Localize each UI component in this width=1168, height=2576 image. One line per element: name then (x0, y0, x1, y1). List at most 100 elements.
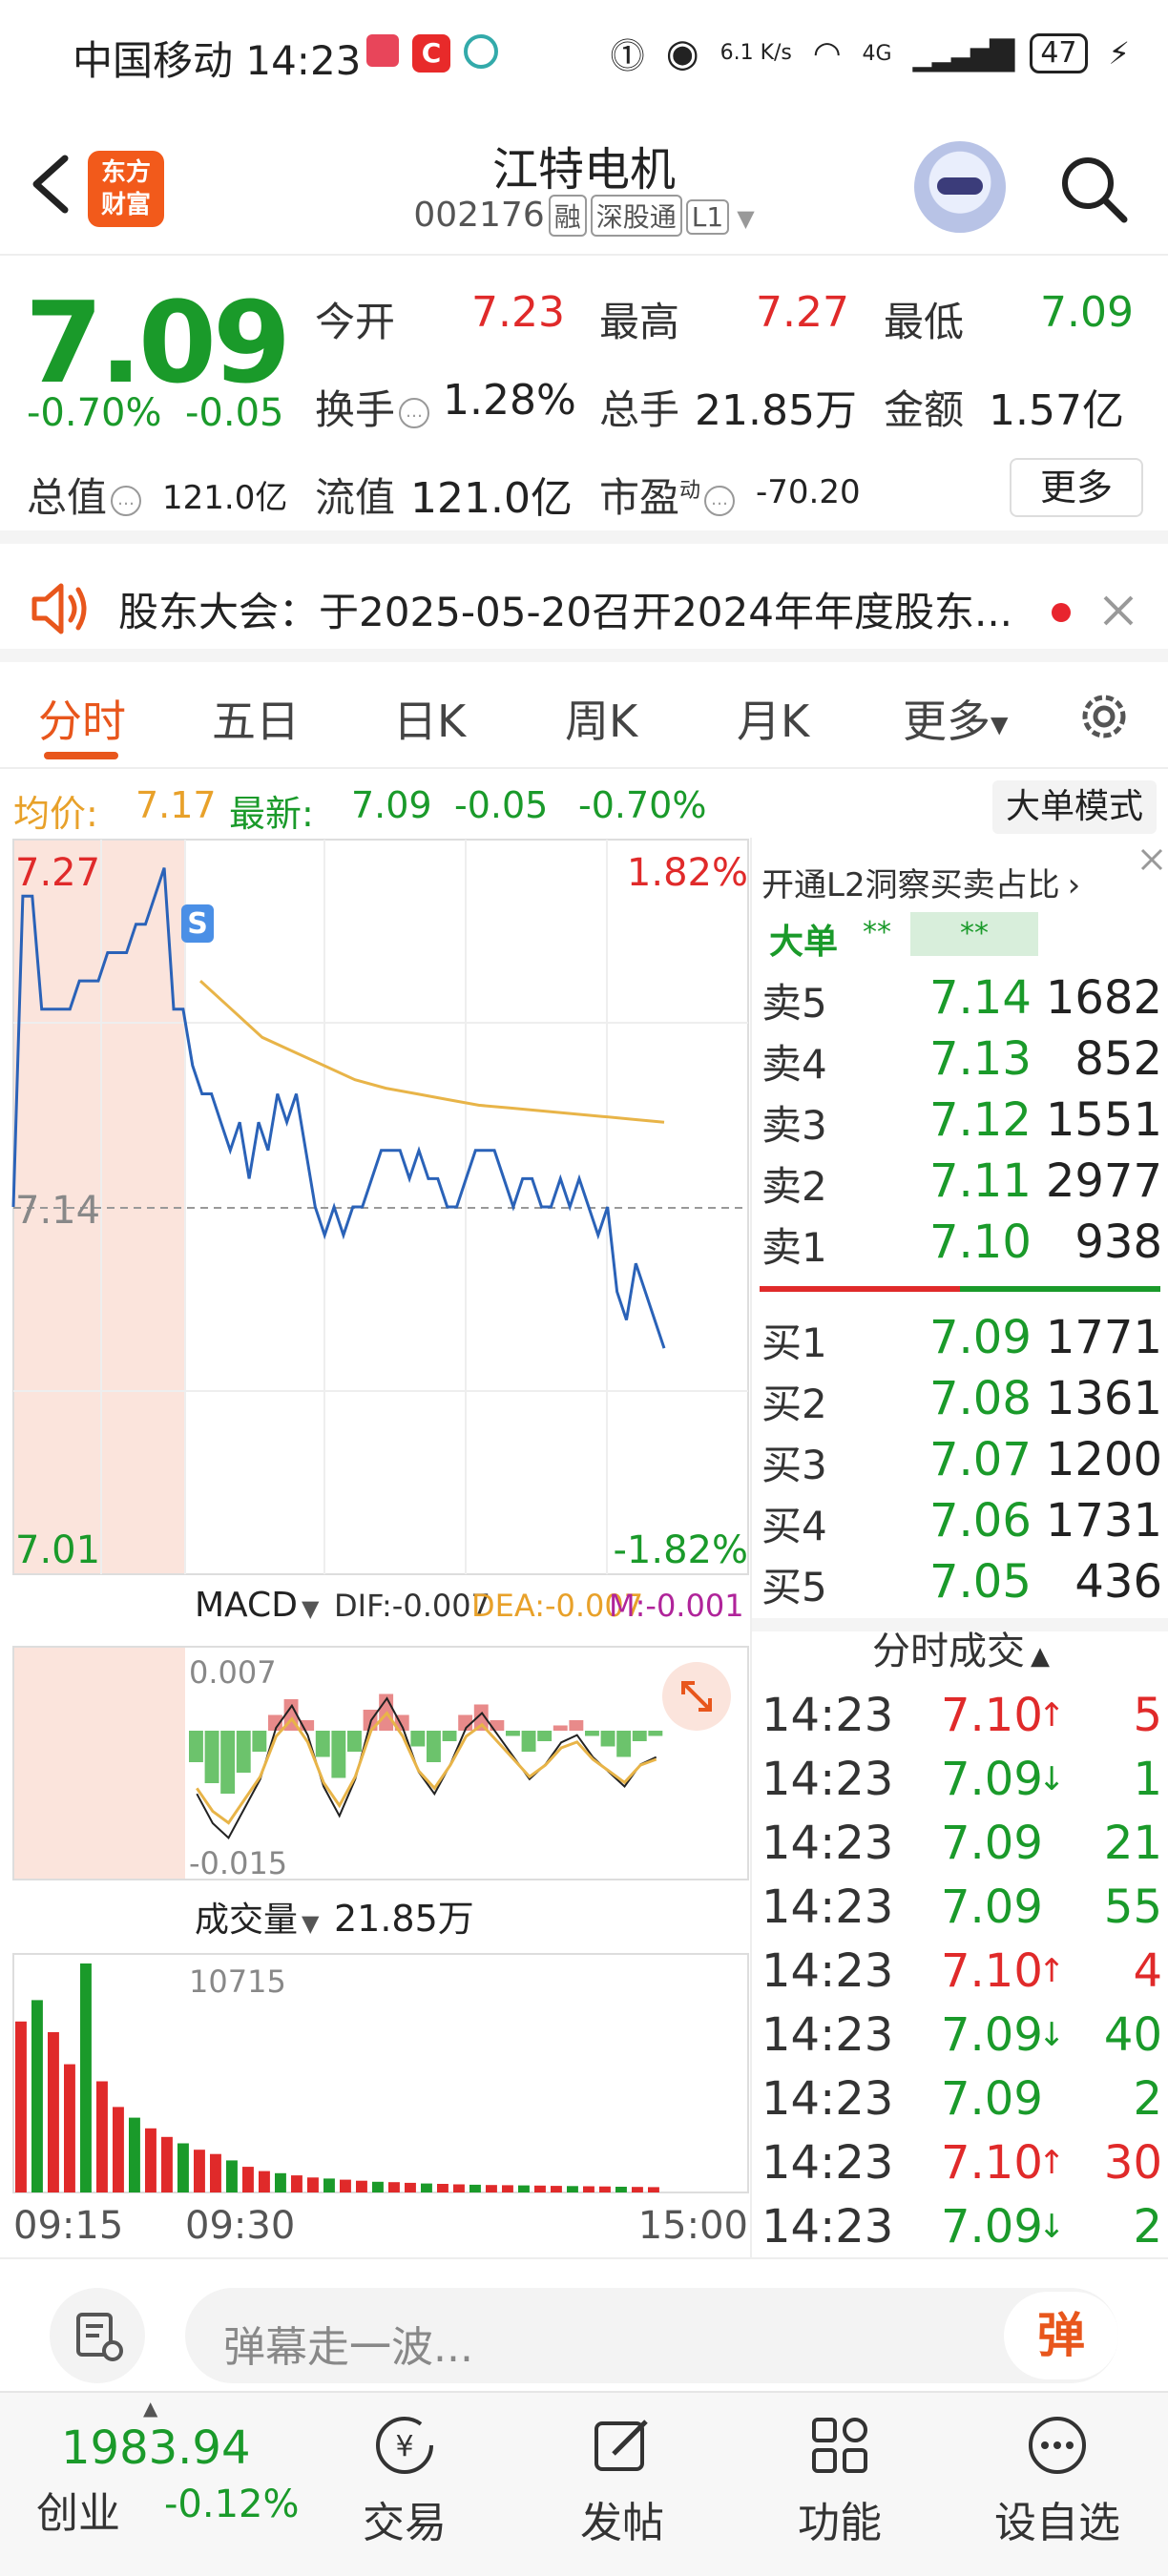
volume-bar (469, 2184, 481, 2192)
volume-bar (599, 2186, 611, 2192)
close-icon[interactable] (1137, 845, 1166, 874)
volume-bar (421, 2183, 432, 2192)
macd-top: 0.007 (189, 1654, 277, 1691)
macd-bar (616, 1731, 632, 1757)
trades-header[interactable]: 分时成交 ▲ (752, 1620, 1168, 1675)
big-order-value2: ** (910, 912, 1038, 956)
index-name[interactable]: 创业 (36, 2479, 120, 2540)
buy-level: 买4 (761, 1503, 827, 1549)
macd-bar (648, 1731, 663, 1736)
macd-bar (347, 1731, 362, 1752)
expand-icon[interactable] (662, 1662, 731, 1731)
volume-label: 总手 (599, 386, 680, 433)
trade-price: 7.09 (941, 1817, 1043, 1870)
macd-bottom: -0.015 (189, 1845, 287, 1881)
volume-value: 21.85万 (695, 386, 857, 435)
buy-price: 7.09 (929, 1311, 1032, 1364)
big-order-value1: ** (863, 916, 891, 949)
nav-watchlist[interactable]: 设自选 (962, 2412, 1153, 2549)
bottom-nav: ▲ 1983.94 创业 -0.12% ¥ 交易 发帖 功能 设自选 (0, 2391, 1168, 2576)
nav-trade[interactable]: ¥ 交易 (309, 2412, 500, 2549)
nav-post-label: 发帖 (580, 2499, 664, 2547)
more-dots-icon (1029, 2417, 1086, 2474)
search-icon[interactable] (1055, 151, 1132, 227)
trade-direction-icon: ↓ (1038, 2208, 1066, 2246)
intraday-chart[interactable]: 7.27 1.82% 7.14 7.01 -1.82% S MACD ▼ DIF… (0, 838, 750, 2257)
big-order-label: 大单 (769, 923, 839, 962)
trade-volume: 55 (1103, 1880, 1162, 1934)
amount-value: 1.57亿 (989, 386, 1124, 435)
tab-weekly-k[interactable]: 周K (565, 687, 637, 750)
volume-bar (405, 2182, 416, 2192)
speaker-icon (31, 583, 87, 634)
trade-price: 7.09 (941, 1880, 1043, 1934)
price-info-line: 均价: 7.17 最新: 7.09 -0.05 -0.70% 大单模式 (0, 771, 1168, 838)
carrier-time: 中国移动 14:23 (73, 37, 362, 84)
close-icon[interactable] (1099, 592, 1137, 630)
avg-label: 均价: (13, 793, 98, 835)
nav-functions[interactable]: 功能 (744, 2412, 935, 2549)
index-value[interactable]: 1983.94 (61, 2421, 251, 2475)
sell-price: 7.12 (929, 1093, 1032, 1147)
tab-intraday[interactable]: 分时 (38, 687, 126, 750)
s-marker-label: S (187, 907, 208, 941)
high-value: 7.27 (756, 288, 849, 337)
tab-monthly-k[interactable]: 月K (737, 687, 809, 750)
buy-price: 7.06 (929, 1494, 1032, 1548)
danmu-toggle-button[interactable]: 弹 (1004, 2292, 1118, 2379)
info-icon[interactable]: … (704, 485, 736, 516)
notice-text: 股东大会：于2025-05-20召开2024年年度股东... (118, 589, 1013, 635)
trade-time: 14:23 (761, 1817, 894, 1870)
buy-volume: 1771 (1045, 1311, 1162, 1364)
charging-icon: ⚡ (1108, 35, 1130, 72)
tab-daily-k[interactable]: 日K (393, 687, 466, 750)
y-bottom-pct: -1.82% (613, 1528, 748, 1572)
dea-line (196, 1711, 657, 1825)
volume-bar (242, 2167, 254, 2192)
volume-bar (275, 2172, 286, 2192)
buy-level: 买5 (761, 1564, 827, 1610)
macd-bar (569, 1720, 584, 1731)
l2-upsell-link[interactable]: 开通L2洞察买卖占比 › (761, 859, 1080, 905)
note-settings-icon[interactable] (50, 2288, 145, 2383)
chevron-up-icon[interactable]: ▲ (143, 2397, 157, 2420)
volume-bar (210, 2153, 221, 2192)
nav-post[interactable]: 发帖 (527, 2412, 718, 2549)
chevron-down-icon[interactable]: ▼ (737, 205, 754, 232)
tab-more[interactable]: 更多▼ (903, 687, 1008, 750)
buy-volume: 436 (1074, 1555, 1162, 1609)
trade-volume: 1 (1133, 1753, 1162, 1806)
index-change[interactable]: -0.12% (164, 2483, 300, 2526)
sell-volume: 938 (1074, 1215, 1162, 1269)
sell-price: 7.11 (929, 1154, 1032, 1208)
macd-bar (331, 1731, 346, 1778)
volume-bar (615, 2187, 627, 2192)
robot-assistant-icon[interactable] (914, 141, 1006, 233)
nav-functions-label: 功能 (798, 2499, 882, 2547)
buy-volume: 1361 (1045, 1372, 1162, 1425)
notice-bar[interactable]: 股东大会：于2025-05-20召开2024年年度股东... (0, 557, 1168, 662)
info-icon[interactable]: … (111, 485, 142, 516)
more-button[interactable]: 更多 (1010, 458, 1143, 517)
pe-label: 市盈动… (599, 466, 736, 524)
nfc-icon: ⓵ (610, 37, 645, 76)
y-top-price: 7.27 (15, 851, 100, 895)
settings-gear-icon[interactable] (1074, 687, 1134, 746)
tab-five-day[interactable]: 五日 (212, 687, 300, 750)
sell-level: 卖5 (761, 980, 827, 1027)
dif-value: DIF:-0.007 (334, 1588, 490, 1624)
mobile-app-icon (464, 34, 498, 69)
danmu-input[interactable]: 弹幕走一波... 弹 (185, 2288, 1118, 2383)
chevron-right-icon: › (1067, 866, 1081, 904)
big-order-mode-button[interactable]: 大单模式 (992, 780, 1157, 834)
trade-direction-icon: ↑ (1038, 1952, 1066, 1990)
sell-price: 7.14 (929, 971, 1032, 1025)
macd-bar (442, 1731, 457, 1741)
info-icon[interactable]: … (399, 397, 430, 428)
time-open: 09:30 (185, 2204, 295, 2248)
volume-bar (518, 2185, 530, 2192)
eye-icon: ◉ (665, 31, 699, 75)
volume-bar (567, 2186, 578, 2192)
mktcap-value: 121.0亿 (162, 479, 288, 517)
sell-marker[interactable]: S (181, 904, 214, 943)
